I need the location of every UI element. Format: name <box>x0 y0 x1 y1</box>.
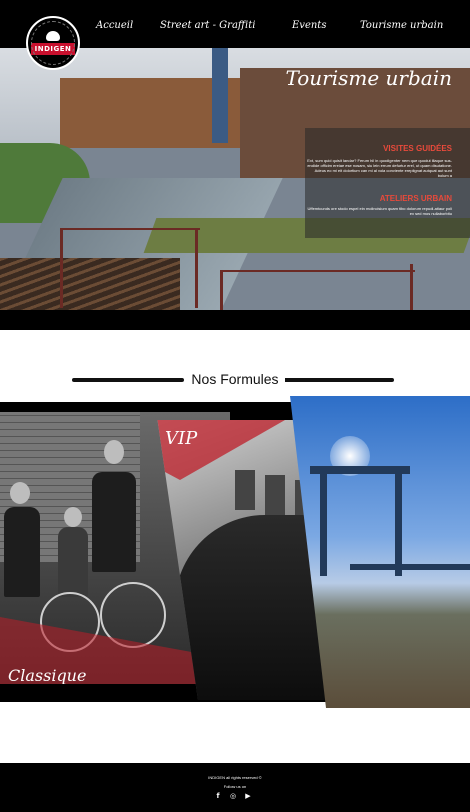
hero-fence-post <box>410 264 413 310</box>
hero-fence-post <box>60 228 63 308</box>
visites-text: Ext, sum quid quisit landar? Ferum hil i… <box>307 158 452 178</box>
hero-railway <box>0 258 180 310</box>
youtube-icon[interactable]: ▶ <box>244 792 252 800</box>
instagram-icon[interactable]: ◎ <box>229 792 237 800</box>
person-child <box>4 507 40 597</box>
footer-follow: Follow us on <box>223 784 247 789</box>
crane-leg <box>395 466 402 576</box>
hero-bottom-band <box>0 310 470 330</box>
building-window <box>235 470 255 510</box>
formules-title: Nos Formules <box>185 371 285 387</box>
visites-heading: VISITES GUIDÉES <box>383 144 452 153</box>
ateliers-heading: ATELIERS URBAIN <box>379 194 452 203</box>
person-adult-head <box>104 440 124 464</box>
nav-item-events[interactable]: Events <box>292 20 326 31</box>
hero-banner: Tourisme urbain VISITES GUIDÉES Ext, sum… <box>0 48 470 310</box>
person-girl <box>58 527 88 597</box>
hero-fence-post <box>195 228 198 308</box>
logo-ring <box>31 21 75 65</box>
footer-copyright: INDIGEN all rights reserved © <box>208 775 262 780</box>
nav-item-accueil[interactable]: Accueil <box>96 20 133 31</box>
formules-title-row: Nos Formules <box>0 369 470 388</box>
ateliers-text: Uffemtcunds ore stodo espel ein molincis… <box>307 206 452 216</box>
indigen-logo[interactable]: INDIGEN <box>26 16 80 70</box>
nav-item-street-art[interactable]: Street art - Graffiti <box>160 20 255 31</box>
vip-label: VIP <box>165 428 198 449</box>
facebook-icon[interactable]: f <box>214 792 222 800</box>
crane-leg <box>320 466 327 576</box>
nav-item-tourisme-urbain[interactable]: Tourisme urbain <box>360 20 443 31</box>
classique-label: Classique <box>8 666 87 684</box>
hero-fence <box>60 228 200 230</box>
bridge <box>350 564 470 570</box>
hero-title: Tourisme urbain <box>285 66 452 90</box>
formules-gallery: Classique VIP <box>0 396 470 708</box>
person-girl-head <box>64 507 82 527</box>
hero-fence-post <box>220 270 223 310</box>
person-child-head <box>10 482 30 504</box>
footer: INDIGEN all rights reserved © Follow us … <box>0 763 470 812</box>
building-window <box>265 475 285 515</box>
hero-tower <box>212 48 228 143</box>
person-adult <box>92 472 136 572</box>
hero-fence <box>220 270 415 272</box>
